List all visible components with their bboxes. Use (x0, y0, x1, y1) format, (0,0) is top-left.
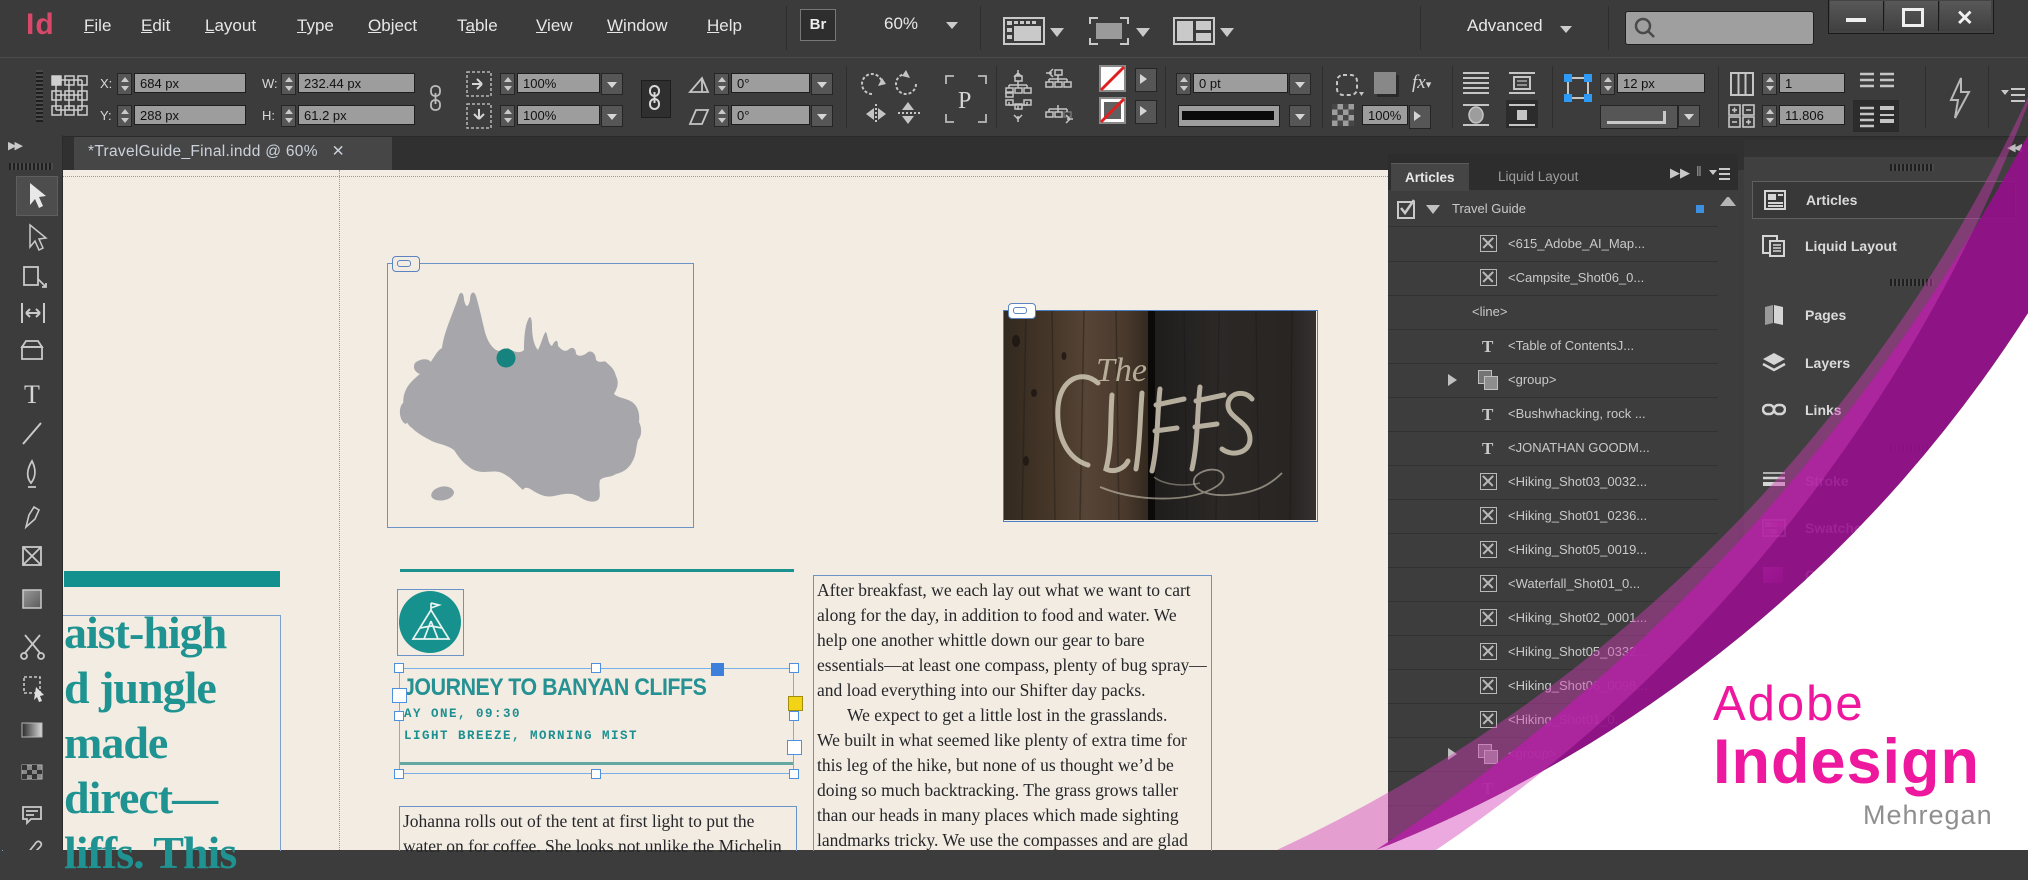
svg-text:The: The (1096, 352, 1147, 389)
svg-text:T: T (24, 380, 40, 409)
svg-text:P: P (958, 88, 971, 114)
